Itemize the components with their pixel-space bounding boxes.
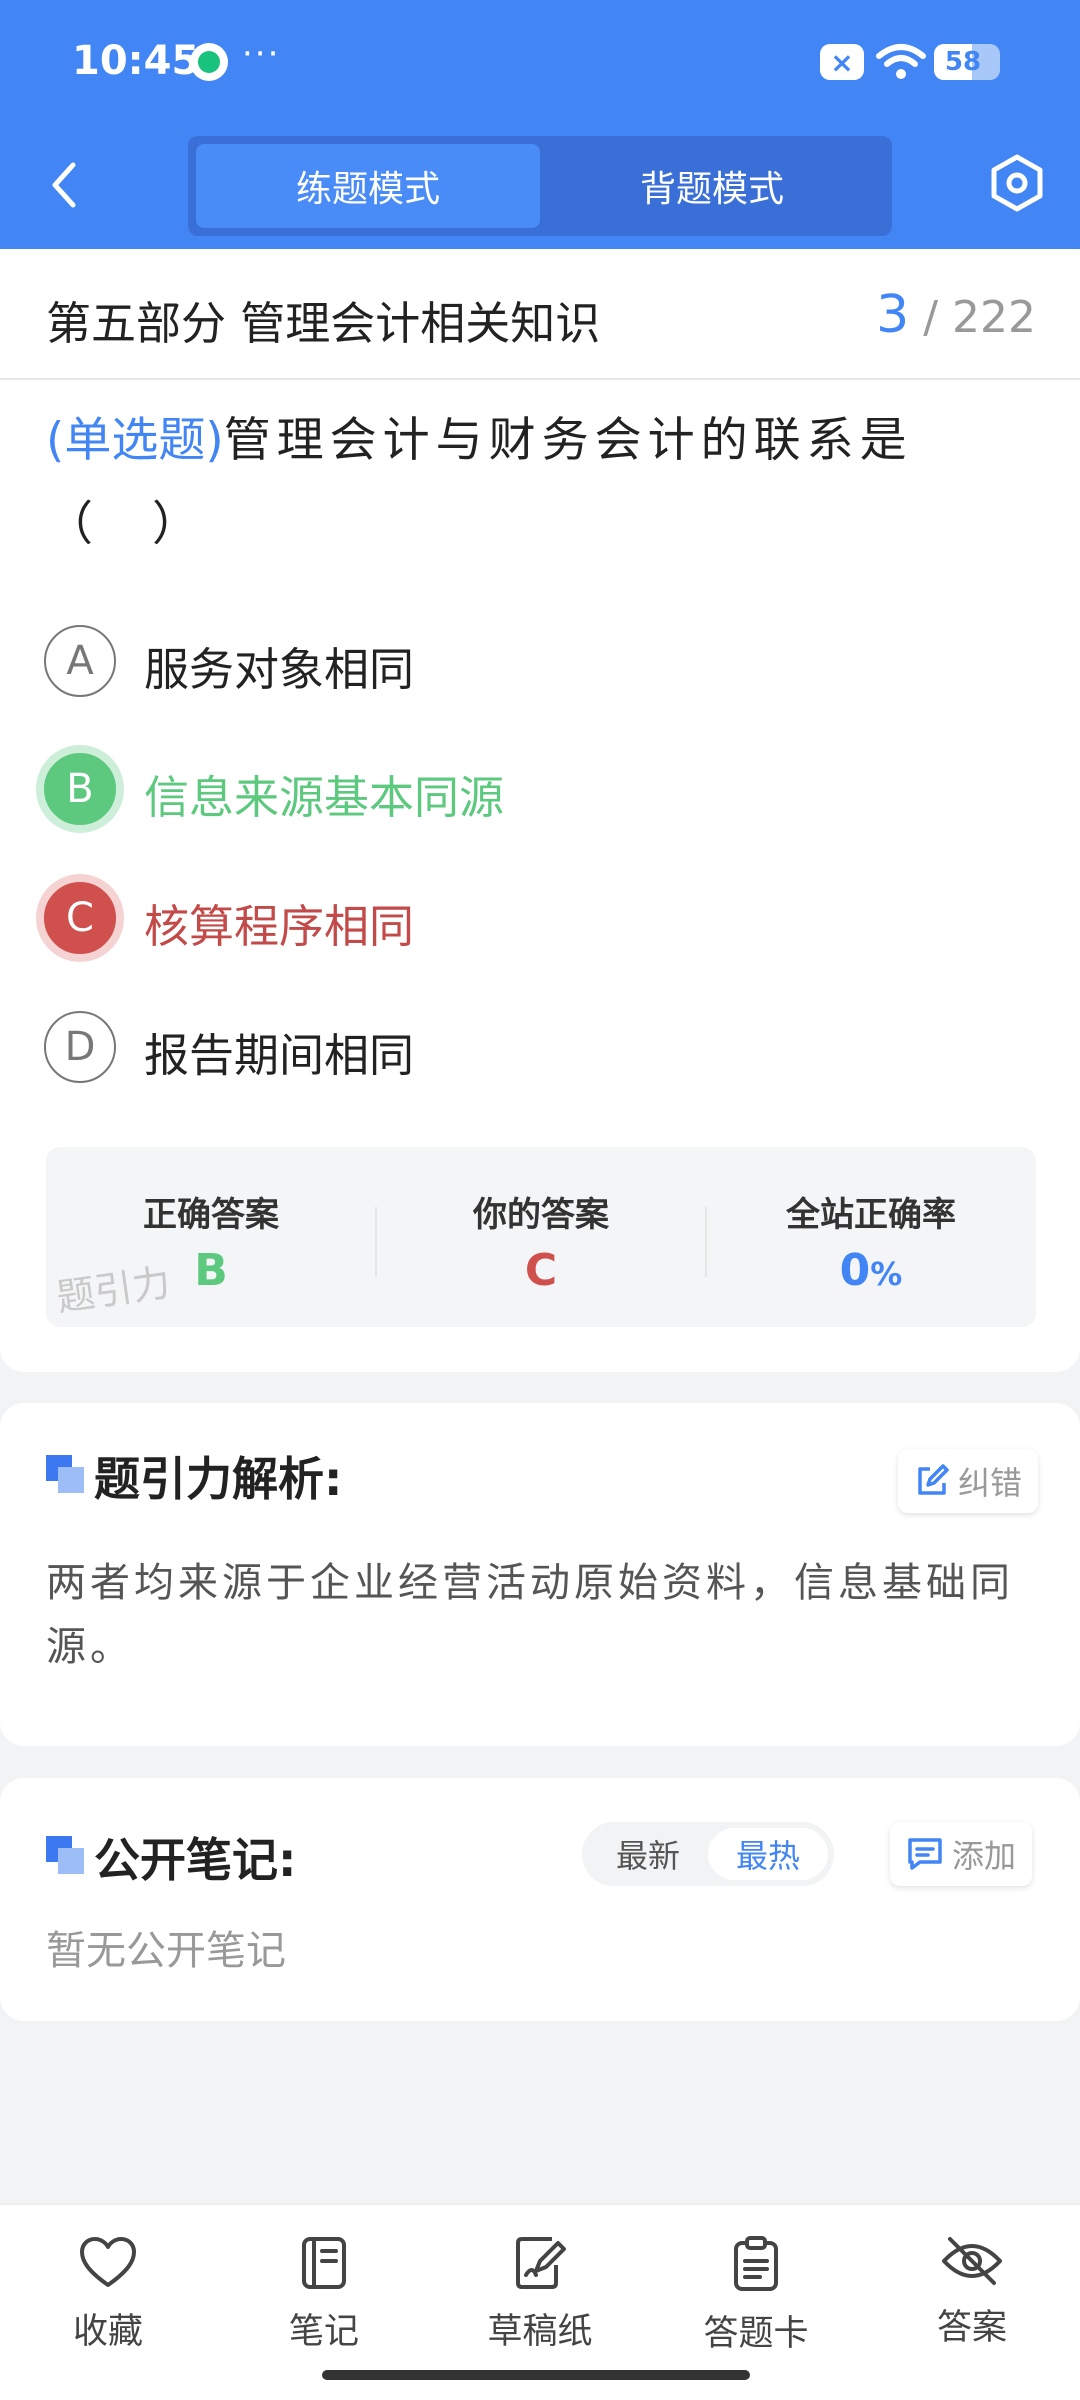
battery-icon: 58 [934, 44, 1000, 80]
analysis-text: 两者均来源于企业经营活动原始资料，信息基础同源。 [46, 1560, 1014, 1670]
heart-icon [80, 2237, 136, 2287]
option-text: 报告期间相同 [144, 1029, 415, 1082]
more-notifications-icon: ··· [242, 34, 281, 74]
option-d[interactable]: D 报告期间相同 [44, 1001, 1024, 1091]
no-sim-icon: × [820, 44, 864, 80]
tab-practice-mode[interactable]: 练题模式 [196, 144, 540, 228]
question-card: 第五部分 管理会计相关知识 3 / 222 (单选题)管理会计与财务会计的联系是… [0, 249, 1080, 1372]
option-c[interactable]: C 核算程序相同 [44, 872, 1024, 962]
nav-label: 草稿纸 [487, 2312, 593, 2352]
back-button[interactable] [40, 150, 88, 220]
question-type: (单选题) [46, 413, 224, 468]
empty-notes-text: 暂无公开笔记 [46, 1928, 286, 1974]
app-notification-icon [190, 43, 228, 81]
option-a[interactable]: A 服务对象相同 [44, 615, 1024, 705]
option-text: 核算程序相同 [144, 900, 415, 953]
status-time: 10:45 [72, 38, 200, 84]
notes-title: 公开笔记: [94, 1833, 297, 1887]
sort-hot-button[interactable]: 最热 [708, 1828, 828, 1880]
total-question-count: / 222 [923, 292, 1036, 343]
answer-sheet-icon [734, 2236, 778, 2291]
answer-summary: 正确答案 B 你的答案 C 全站正确率 0% 题引力 [46, 1147, 1036, 1327]
analysis-card: 题引力解析: 纠错 两者均来源于企业经营活动原始资料，信息基础同源。 [0, 1403, 1080, 1746]
sort-latest-button[interactable]: 最新 [588, 1828, 708, 1880]
favorite-button[interactable]: 收藏 [28, 2235, 188, 2355]
status-bar: 10:45 ··· × 58 [0, 0, 1080, 125]
edit-icon [918, 1464, 949, 1495]
correct-answer-label: 正确答案 [143, 1195, 279, 1235]
current-question-number: 3 [876, 285, 910, 345]
site-accuracy-unit: % [870, 1255, 903, 1293]
your-answer-value: C [524, 1245, 558, 1296]
add-note-button[interactable]: 添加 [890, 1822, 1033, 1886]
nav-label: 收藏 [72, 2312, 143, 2352]
section-square-icon [46, 1455, 86, 1495]
tab-recite-mode[interactable]: 背题模式 [540, 144, 884, 228]
report-error-label: 纠错 [958, 1464, 1023, 1502]
public-notes-card: 公开笔记: 最新 最热 添加 暂无公开笔记 [0, 1778, 1080, 2021]
option-text: 服务对象相同 [144, 643, 415, 696]
option-b[interactable]: B 信息来源基本同源 [44, 743, 1024, 833]
home-indicator[interactable] [322, 2370, 750, 2380]
analysis-title: 题引力解析: [94, 1452, 343, 1506]
chevron-left-icon [52, 162, 76, 208]
option-letter: D [44, 1011, 116, 1083]
nav-label: 笔记 [288, 2312, 359, 2352]
site-accuracy-value: 0% [706, 1245, 1036, 1296]
section-square-icon [46, 1836, 86, 1876]
option-letter: B [44, 753, 116, 825]
site-accuracy-number: 0 [839, 1245, 871, 1296]
notes-button[interactable]: 笔记 [244, 2235, 404, 2355]
eye-off-icon [942, 2237, 1002, 2285]
hexagon-settings-icon [991, 154, 1043, 212]
top-header: 10:45 ··· × 58 练题模式 背题模式 [0, 0, 1080, 249]
battery-level: 58 [944, 47, 982, 77]
mode-switch: 练题模式 背题模式 [188, 136, 892, 236]
comment-icon [908, 1838, 942, 1870]
draft-paper-button[interactable]: 草稿纸 [460, 2235, 620, 2355]
nav-label: 答题卡 [703, 2314, 809, 2354]
report-error-button[interactable]: 纠错 [898, 1449, 1039, 1513]
site-accuracy-label: 全站正确率 [786, 1195, 956, 1235]
show-answer-button[interactable]: 答案 [892, 2235, 1052, 2355]
answer-sheet-button[interactable]: 答题卡 [676, 2235, 836, 2355]
section-title: 第五部分 管理会计相关知识 [46, 297, 601, 350]
option-letter: C [44, 882, 116, 954]
notes-sort-toggle: 最新 最热 [582, 1822, 834, 1886]
add-note-label: 添加 [952, 1837, 1017, 1875]
draft-paper-icon [516, 2237, 566, 2289]
notebook-icon [302, 2237, 346, 2289]
settings-button[interactable] [988, 152, 1046, 214]
site-accuracy: 全站正确率 0% [706, 1147, 1036, 1327]
option-letter: A [44, 625, 116, 697]
wifi-icon [876, 44, 926, 79]
option-text: 信息来源基本同源 [144, 771, 505, 824]
question-stem: (单选题)管理会计与财务会计的联系是（ ） [46, 399, 1036, 567]
section-header: 第五部分 管理会计相关知识 3 / 222 [0, 249, 1080, 380]
question-counter: 3 / 222 [876, 285, 1036, 345]
your-answer: 你的答案 C [376, 1147, 706, 1327]
your-answer-label: 你的答案 [473, 1195, 609, 1235]
nav-label: 答案 [936, 2308, 1007, 2348]
